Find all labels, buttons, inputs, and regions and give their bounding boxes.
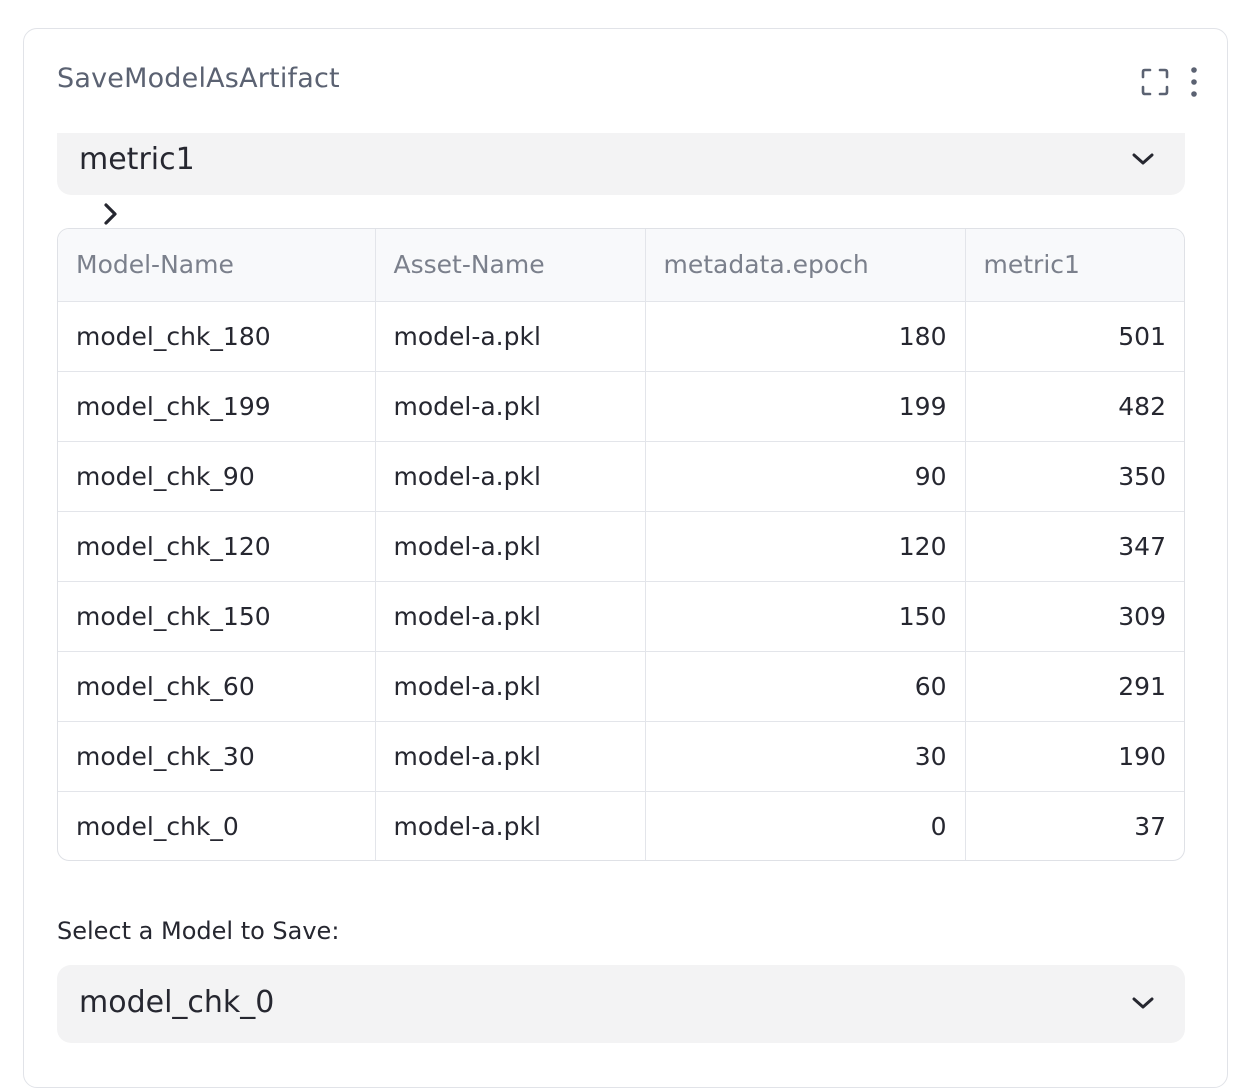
chevron-right-icon	[104, 203, 117, 225]
cell-asset-name[interactable]: model-a.pkl	[375, 301, 646, 372]
cell-asset-name[interactable]: model-a.pkl	[375, 581, 646, 652]
cell-model-name[interactable]: model_chk_60	[58, 651, 376, 722]
model-select-label: Select a Model to Save:	[57, 917, 340, 945]
cell-metric1[interactable]: 37	[965, 791, 1184, 860]
cell-model-name[interactable]: model_chk_90	[58, 441, 376, 512]
column-header-metadata-epoch[interactable]: metadata.epoch	[645, 229, 966, 302]
cell-asset-name[interactable]: model-a.pkl	[375, 441, 646, 512]
cell-model-name[interactable]: model_chk_120	[58, 511, 376, 582]
cell-metric1[interactable]: 482	[965, 371, 1184, 442]
model-select-value: model_chk_0	[79, 985, 275, 1020]
column-header-metric1[interactable]: metric1	[965, 229, 1184, 302]
more-vertical-icon	[1191, 67, 1197, 97]
table-row: model_chk_199 model-a.pkl 199 482	[58, 371, 1184, 442]
model-select[interactable]: model_chk_0	[57, 965, 1185, 1043]
table-row: model_chk_60 model-a.pkl 60 291	[58, 651, 1184, 722]
cell-epoch[interactable]: 180	[645, 301, 966, 372]
cell-metric1[interactable]: 309	[965, 581, 1184, 652]
cell-metric1[interactable]: 350	[965, 441, 1184, 512]
cell-asset-name[interactable]: model-a.pkl	[375, 371, 646, 442]
cell-model-name[interactable]: model_chk_180	[58, 301, 376, 372]
cell-epoch[interactable]: 30	[645, 721, 966, 792]
model-card: SaveModelAsArtifact metric1 Model-Name A…	[23, 28, 1228, 1088]
cell-model-name[interactable]: model_chk_199	[58, 371, 376, 442]
cell-epoch[interactable]: 0	[645, 791, 966, 860]
table-row: model_chk_0 model-a.pkl 0 37	[58, 791, 1184, 860]
cell-epoch[interactable]: 120	[645, 511, 966, 582]
chevron-down-icon	[1129, 145, 1157, 173]
table-row: model_chk_180 model-a.pkl 180 501	[58, 301, 1184, 372]
chevron-down-icon	[1129, 989, 1157, 1017]
cell-asset-name[interactable]: model-a.pkl	[375, 721, 646, 792]
cell-asset-name[interactable]: model-a.pkl	[375, 651, 646, 722]
cell-metric1[interactable]: 347	[965, 511, 1184, 582]
cell-epoch[interactable]: 199	[645, 371, 966, 442]
table-row: model_chk_150 model-a.pkl 150 309	[58, 581, 1184, 652]
cell-epoch[interactable]: 150	[645, 581, 966, 652]
cell-model-name[interactable]: model_chk_30	[58, 721, 376, 792]
metric-select-value: metric1	[79, 142, 195, 177]
cell-metric1[interactable]: 190	[965, 721, 1184, 792]
column-header-model-name[interactable]: Model-Name	[58, 229, 376, 302]
table-row: model_chk_30 model-a.pkl 30 190	[58, 721, 1184, 792]
cell-model-name[interactable]: model_chk_0	[58, 791, 376, 860]
models-table: Model-Name Asset-Name metadata.epoch met…	[57, 228, 1185, 861]
table-row: model_chk_120 model-a.pkl 120 347	[58, 511, 1184, 582]
table-header-row: Model-Name Asset-Name metadata.epoch met…	[58, 229, 1184, 302]
cell-asset-name[interactable]: model-a.pkl	[375, 511, 646, 582]
cell-epoch[interactable]: 90	[645, 441, 966, 512]
fullscreen-button[interactable]	[1138, 65, 1172, 99]
fullscreen-icon	[1141, 68, 1169, 96]
cell-model-name[interactable]: model_chk_150	[58, 581, 376, 652]
table-row: model_chk_90 model-a.pkl 90 350	[58, 441, 1184, 512]
cell-asset-name[interactable]: model-a.pkl	[375, 791, 646, 860]
card-title: SaveModelAsArtifact	[57, 63, 340, 94]
cell-metric1[interactable]: 501	[965, 301, 1184, 372]
cell-metric1[interactable]: 291	[965, 651, 1184, 722]
table-toggle-button[interactable]	[98, 200, 124, 228]
column-header-asset-name[interactable]: Asset-Name	[375, 229, 646, 302]
metric-select[interactable]: metric1	[57, 133, 1185, 195]
more-options-button[interactable]	[1181, 65, 1207, 99]
cell-epoch[interactable]: 60	[645, 651, 966, 722]
